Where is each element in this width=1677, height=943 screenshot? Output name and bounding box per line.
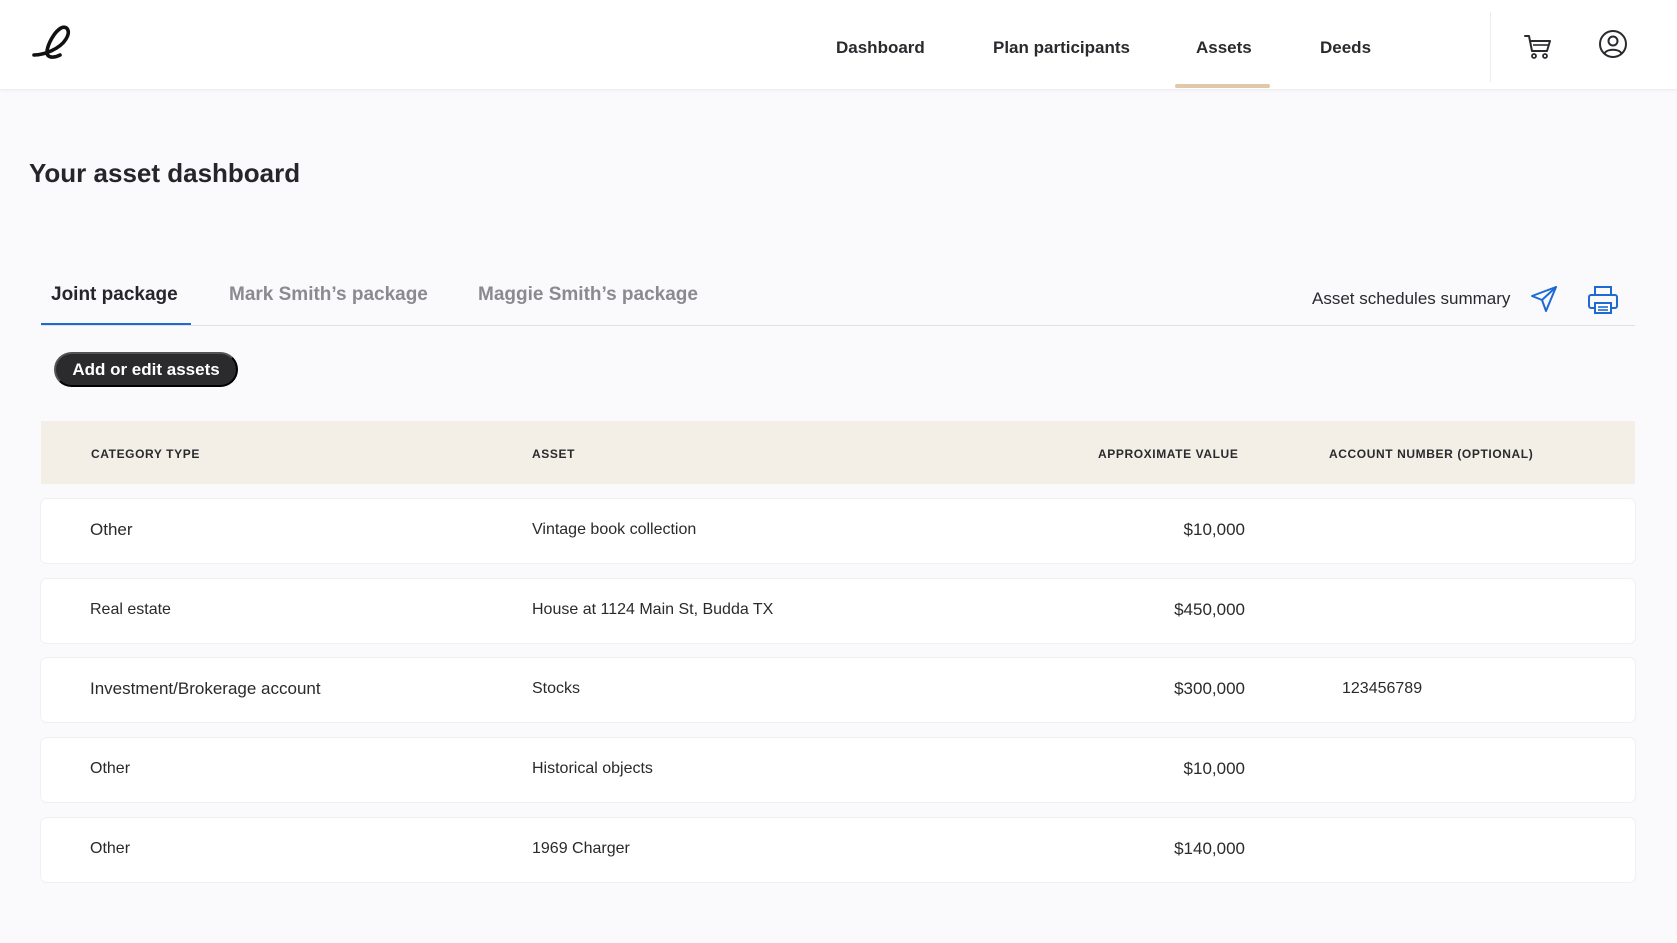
cell-category: Real estate [90, 601, 171, 618]
cell-asset: 1969 Charger [532, 840, 630, 857]
print-icon[interactable] [1587, 285, 1619, 315]
brand-logo[interactable] [30, 22, 76, 62]
asset-schedules-summary-label[interactable]: Asset schedules summary [1312, 289, 1510, 309]
cell-value: $10,000 [1183, 759, 1245, 778]
cell-category: Other [90, 520, 133, 539]
nav-assets[interactable]: Assets [1196, 38, 1252, 58]
cell-asset: Vintage book collection [532, 521, 697, 538]
cell-category: Other [90, 840, 131, 857]
cell-category: Other [90, 760, 131, 777]
account-icon[interactable] [1598, 29, 1628, 59]
cell-asset: Historical objects [532, 760, 653, 777]
cell-account-number: 123456789 [1342, 680, 1423, 697]
table-row[interactable]: Other 1969 Charger $140,000 [41, 818, 1635, 882]
column-header-account-number: ACCOUNT NUMBER (OPTIONAL) [1329, 447, 1534, 461]
cell-value: $450,000 [1174, 600, 1245, 619]
table-row[interactable]: Real estate House at 1124 Main St, Budda… [41, 579, 1635, 643]
send-icon[interactable] [1530, 285, 1558, 313]
column-header-asset: ASSET [532, 447, 576, 461]
tab-joint-package[interactable]: Joint package [51, 284, 178, 306]
cell-value: $140,000 [1174, 839, 1245, 858]
cell-asset: House at 1124 Main St, Budda TX [532, 601, 774, 618]
cell-category: Investment/Brokerage account [90, 679, 321, 698]
table-header: CATEGORY TYPE ASSET APPROXIMATE VALUE AC… [41, 421, 1635, 484]
nav-plan-participants[interactable]: Plan participants [993, 38, 1130, 58]
nav-dashboard[interactable]: Dashboard [836, 38, 925, 58]
nav-deeds[interactable]: Deeds [1320, 38, 1371, 58]
tab-mark-smith-package[interactable]: Mark Smith’s package [229, 284, 428, 306]
table-row[interactable]: Investment/Brokerage account Stocks $300… [41, 658, 1635, 722]
nav-active-indicator [1175, 84, 1270, 88]
cell-asset: Stocks [532, 680, 581, 697]
cell-value: $300,000 [1174, 679, 1245, 698]
top-navigation-bar: Dashboard Plan participants Assets Deeds [0, 0, 1677, 89]
tabs-divider [41, 325, 1635, 326]
table-row[interactable]: Other Historical objects $10,000 [41, 738, 1635, 802]
page-title: Your asset dashboard [29, 158, 301, 188]
tab-maggie-smith-package[interactable]: Maggie Smith’s package [478, 284, 698, 306]
table-row[interactable]: Other Vintage book collection $10,000 [41, 499, 1635, 563]
add-or-edit-assets-button[interactable]: Add or edit assets [54, 352, 238, 387]
header-divider [1490, 12, 1491, 82]
cell-value: $10,000 [1183, 520, 1245, 539]
column-header-approximate-value: APPROXIMATE VALUE [1098, 447, 1239, 461]
cart-icon[interactable] [1523, 32, 1553, 62]
column-header-category-type: CATEGORY TYPE [91, 447, 200, 461]
